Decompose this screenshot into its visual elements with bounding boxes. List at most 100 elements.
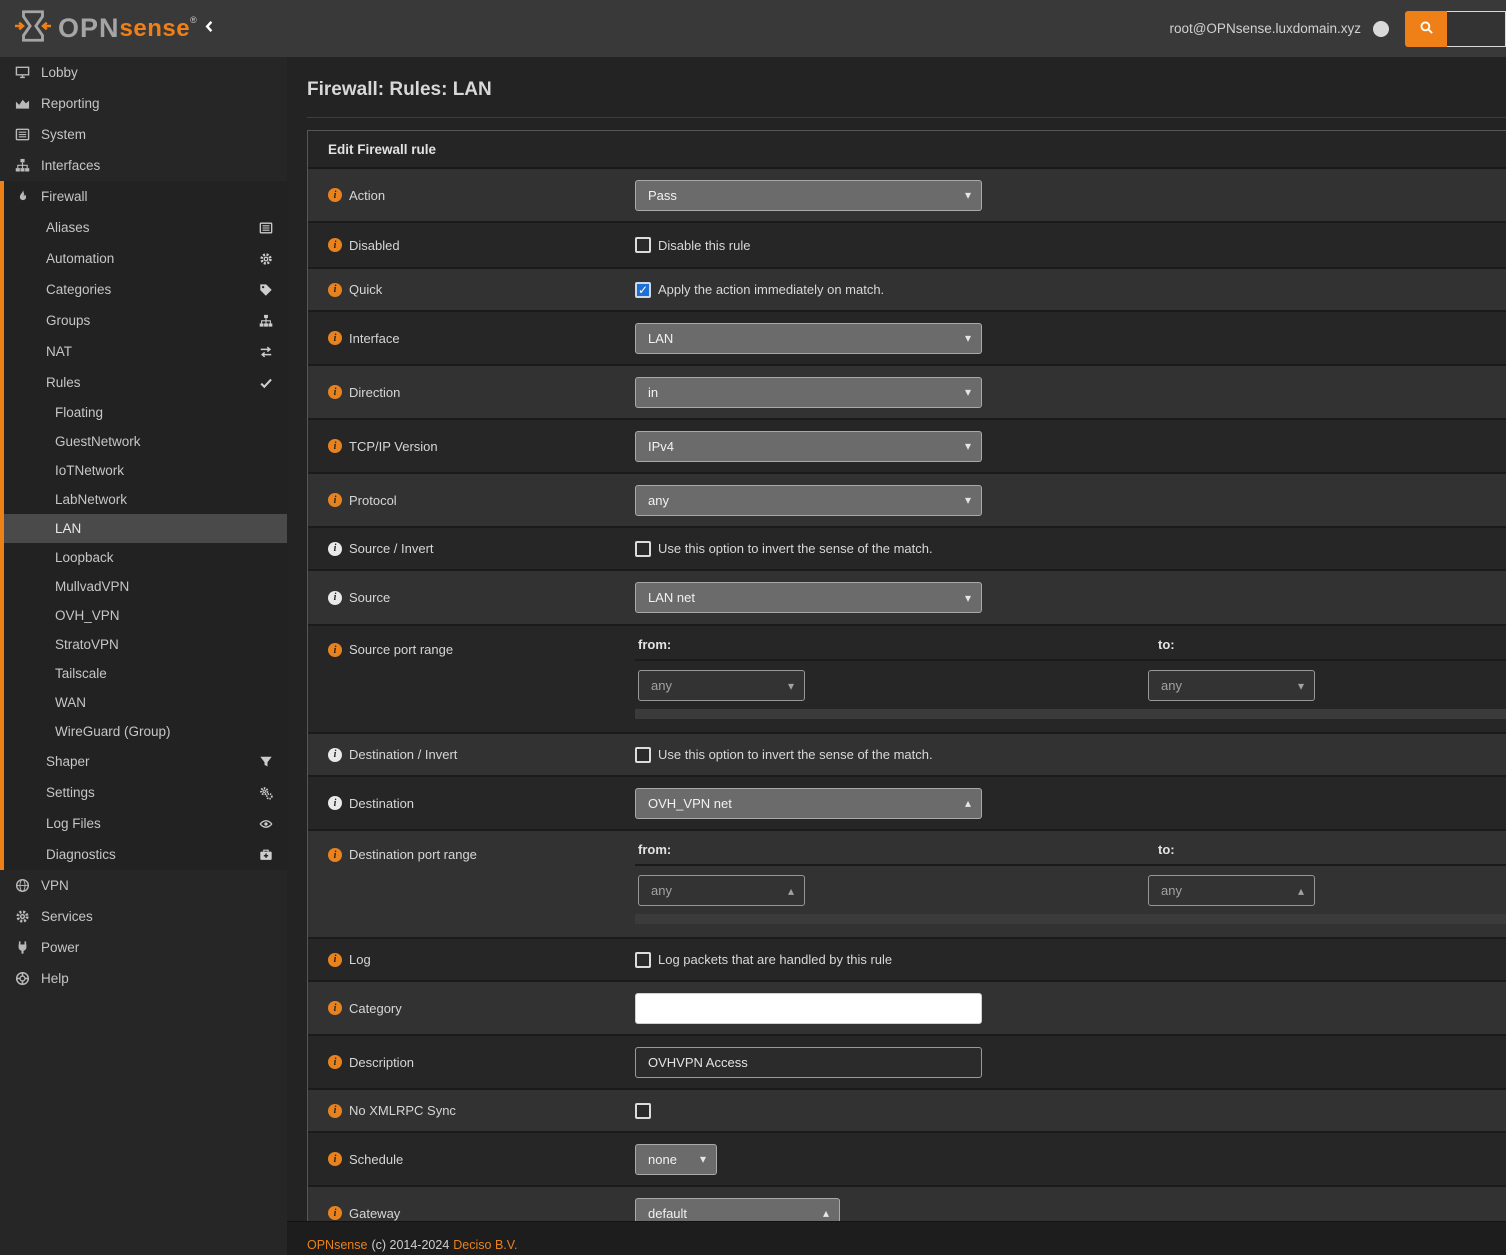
info-icon[interactable]: i (328, 796, 342, 810)
sidebar-item-system[interactable]: System (0, 119, 287, 150)
destination-port-to-select[interactable]: any ▴ (1148, 875, 1315, 906)
sidebar-item-log-files[interactable]: Log Files (4, 808, 287, 839)
caret-down-icon: ▾ (955, 331, 971, 345)
info-icon[interactable]: i (328, 591, 342, 605)
source-port-from-select[interactable]: any ▾ (638, 670, 805, 701)
opnsense-footer-link[interactable]: OPNsense (307, 1238, 367, 1252)
sidebar-item-rules-ovh-vpn[interactable]: OVH_VPN (4, 601, 287, 630)
info-icon[interactable]: i (328, 188, 342, 202)
info-icon[interactable]: i (328, 283, 342, 297)
sidebar-item-help[interactable]: Help (0, 963, 287, 994)
sidebar-item-rules-mullvadvpn[interactable]: MullvadVPN (4, 572, 287, 601)
caret-up-icon: ▴ (955, 796, 971, 810)
description-input[interactable] (635, 1047, 982, 1078)
sidebar-item-services[interactable]: Services (0, 901, 287, 932)
source-invert-checkbox[interactable] (635, 541, 651, 557)
fire-icon (13, 189, 31, 204)
info-icon[interactable]: i (328, 643, 342, 657)
sidebar-item-label: Automation (46, 251, 114, 266)
sidebar-item-automation[interactable]: Automation (4, 243, 287, 274)
sidebar-item-label: Settings (46, 785, 95, 800)
status-indicator-dot[interactable] (1373, 21, 1389, 37)
sidebar-item-label: WAN (55, 695, 86, 710)
info-icon[interactable]: i (328, 385, 342, 399)
info-icon[interactable]: i (328, 439, 342, 453)
sidebar-item-vpn[interactable]: VPN (0, 870, 287, 901)
source-port-to-select[interactable]: any ▾ (1148, 670, 1315, 701)
checkbox-label: Use this option to invert the sense of t… (658, 747, 933, 762)
sidebar-collapse-button[interactable] (202, 19, 217, 39)
filter-icon (259, 755, 273, 769)
info-icon[interactable]: i (328, 1001, 342, 1015)
interface-select[interactable]: LAN ▾ (635, 323, 982, 354)
sidebar-item-rules-wireguard-group[interactable]: WireGuard (Group) (4, 717, 287, 746)
chevron-left-icon (202, 19, 217, 39)
quick-checkbox[interactable]: ✓ (635, 282, 651, 298)
opnsense-logo[interactable]: OPNsense® (0, 7, 190, 50)
info-icon[interactable]: i (328, 542, 342, 556)
sidebar-item-rules-iotnetwork[interactable]: IoTNetwork (4, 456, 287, 485)
sidebar-item-rules-stratovpn[interactable]: StratoVPN (4, 630, 287, 659)
sidebar-item-label: Reporting (41, 96, 100, 111)
info-icon[interactable]: i (328, 493, 342, 507)
info-icon[interactable]: i (328, 238, 342, 252)
sidebar-item-shaper[interactable]: Shaper (4, 746, 287, 777)
sidebar-item-rules-tailscale[interactable]: Tailscale (4, 659, 287, 688)
info-icon[interactable]: i (328, 953, 342, 967)
sidebar-item-aliases[interactable]: Aliases (4, 212, 287, 243)
category-input[interactable] (635, 993, 982, 1024)
log-checkbox[interactable] (635, 952, 651, 968)
sidebar-item-diagnostics[interactable]: Diagnostics (4, 839, 287, 870)
info-icon[interactable]: i (328, 848, 342, 862)
search-input[interactable] (1447, 11, 1506, 47)
horizontal-scrollbar[interactable] (635, 914, 1506, 924)
tcpip-version-select[interactable]: IPv4 ▾ (635, 431, 982, 462)
sidebar-item-rules-guestnetwork[interactable]: GuestNetwork (4, 427, 287, 456)
form-row-description: i Description (308, 1036, 1506, 1090)
schedule-select[interactable]: none ▾ (635, 1144, 717, 1175)
no-xmlrpc-sync-checkbox[interactable] (635, 1103, 651, 1119)
exchange-icon (259, 345, 273, 359)
info-icon[interactable]: i (328, 748, 342, 762)
sidebar-item-categories[interactable]: Categories (4, 274, 287, 305)
form-row-log: i Log Log packets that are handled by th… (308, 939, 1506, 982)
sidebar-item-power[interactable]: Power (0, 932, 287, 963)
sidebar-item-label: System (41, 127, 86, 142)
info-icon[interactable]: i (328, 1104, 342, 1118)
info-icon[interactable]: i (328, 331, 342, 345)
info-icon[interactable]: i (328, 1206, 342, 1220)
disabled-checkbox[interactable] (635, 237, 651, 253)
destination-invert-checkbox[interactable] (635, 747, 651, 763)
sidebar-item-rules-lan[interactable]: LAN (4, 514, 287, 543)
logged-in-user: root@OPNsense.luxdomain.xyz (1169, 21, 1361, 36)
sidebar-item-nat[interactable]: NAT (4, 336, 287, 367)
sidebar-item-rules-labnetwork[interactable]: LabNetwork (4, 485, 287, 514)
protocol-select[interactable]: any ▾ (635, 485, 982, 516)
sidebar-item-settings[interactable]: Settings (4, 777, 287, 808)
info-icon[interactable]: i (328, 1055, 342, 1069)
field-label: i TCP/IP Version (308, 420, 635, 472)
check-icon (259, 376, 273, 390)
source-select[interactable]: LAN net ▾ (635, 582, 982, 613)
field-label-text: Source port range (349, 642, 453, 657)
info-icon[interactable]: i (328, 1152, 342, 1166)
caret-down-icon: ▾ (788, 679, 794, 693)
sidebar-item-firewall[interactable]: Firewall (4, 181, 287, 212)
horizontal-scrollbar[interactable] (635, 709, 1506, 719)
caret-down-icon: ▾ (955, 493, 971, 507)
search-button[interactable] (1405, 11, 1447, 47)
sidebar-item-rules-wan[interactable]: WAN (4, 688, 287, 717)
sidebar-item-groups[interactable]: Groups (4, 305, 287, 336)
sidebar-item-lobby[interactable]: Lobby (0, 57, 287, 88)
sidebar-item-rules-loopback[interactable]: Loopback (4, 543, 287, 572)
sidebar-item-rules-floating[interactable]: Floating (4, 398, 287, 427)
deciso-footer-link[interactable]: Deciso B.V. (453, 1238, 517, 1252)
sidebar-item-label: Lobby (41, 65, 78, 80)
destination-select[interactable]: OVH_VPN net ▴ (635, 788, 982, 819)
sidebar-item-rules[interactable]: Rules (4, 367, 287, 398)
direction-select[interactable]: in ▾ (635, 377, 982, 408)
sidebar-item-interfaces[interactable]: Interfaces (0, 150, 287, 181)
destination-port-from-select[interactable]: any ▴ (638, 875, 805, 906)
action-select[interactable]: Pass ▾ (635, 180, 982, 211)
sidebar-item-reporting[interactable]: Reporting (0, 88, 287, 119)
